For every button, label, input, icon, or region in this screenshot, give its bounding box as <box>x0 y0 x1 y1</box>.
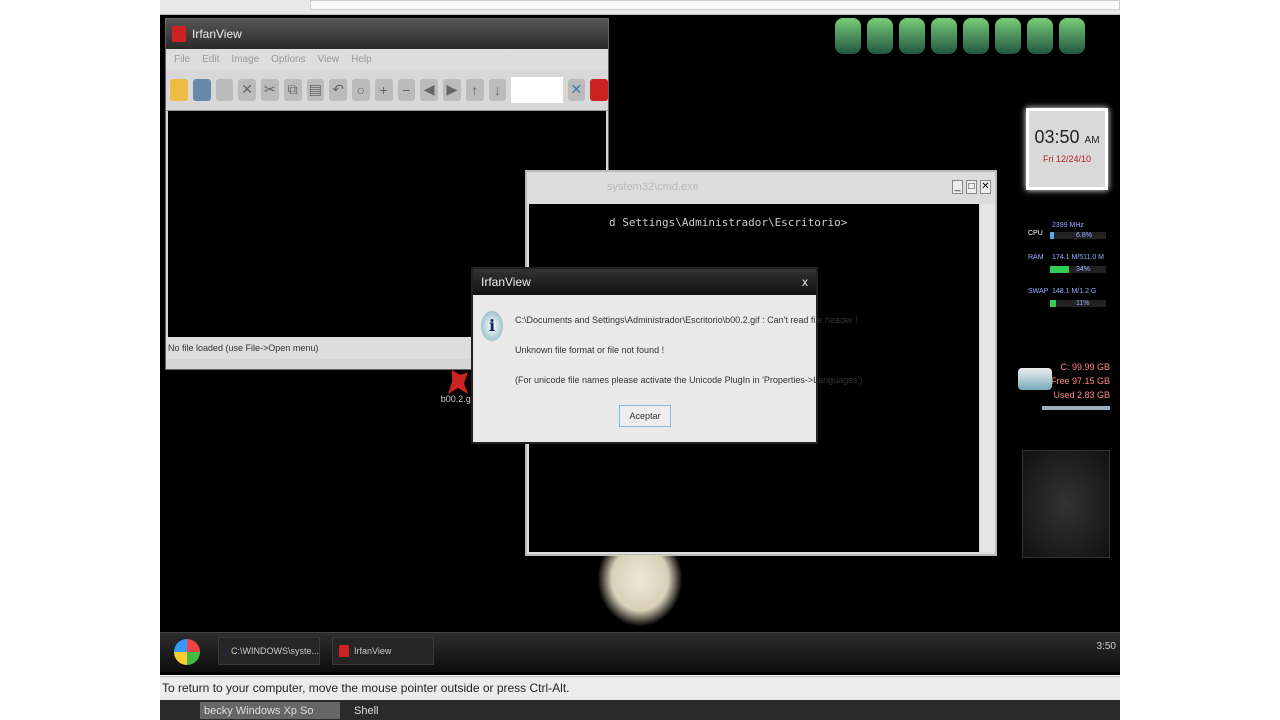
info-icon: i <box>481 311 503 341</box>
start-button[interactable] <box>174 639 200 665</box>
host-task-vm[interactable]: becky Windows Xp So <box>200 702 340 719</box>
copy-icon[interactable]: ⧉ <box>283 78 302 101</box>
title-bar[interactable]: system32\cmd.exe _ □ ✕ <box>527 172 995 202</box>
dialog-title: IrfanView <box>481 275 531 289</box>
maximize-button[interactable]: □ <box>966 180 977 194</box>
close-button[interactable]: x <box>802 275 808 289</box>
error-message: Unknown file format or file not found ! <box>515 345 665 355</box>
swap-usage: 148.1 M/1.2 G <box>1052 288 1097 295</box>
error-message: (For unicode file names please activate … <box>515 375 863 385</box>
dialog-title-bar[interactable]: IrfanView x <box>473 269 816 295</box>
dock-icon[interactable] <box>1059 18 1085 54</box>
irfanview-logo-icon <box>172 26 186 42</box>
title-bar[interactable]: IrfanView <box>166 19 608 49</box>
menu-bar: File Edit Image Options View Help <box>166 49 608 69</box>
vm-screen[interactable]: IrfanView File Edit Image Options View H… <box>160 15 1120 675</box>
disk-bar <box>1042 406 1110 410</box>
drive-icon <box>1018 368 1052 390</box>
host-task-shell[interactable]: Shell <box>350 702 378 719</box>
zoom-out-icon[interactable]: − <box>397 78 416 101</box>
task-label: becky Windows Xp So <box>204 704 314 717</box>
taskbar-label: IrfanView <box>354 646 392 656</box>
guest-taskbar: C:\WINDOWS\syste... IrfanView 3:50 <box>160 632 1120 672</box>
skeleton-wallpaper <box>590 555 690 635</box>
dock-icon[interactable] <box>899 18 925 54</box>
cut-icon[interactable]: ✂ <box>261 78 279 101</box>
tux-gadget <box>1022 450 1110 558</box>
undo-icon[interactable]: ↶ <box>329 78 347 101</box>
menu-image[interactable]: Image <box>231 54 259 65</box>
toolbar: ✕ ✂ ⧉ ▤ ↶ ○ + − ◀ ▶ ↑ ↓ ✕ <box>166 69 609 111</box>
disk-used: Used 2.83 GB <box>1053 390 1110 400</box>
minimize-button[interactable]: _ <box>952 180 963 194</box>
system-monitor-gadget: CPU 2399 MHz 6.8% RAM 174.1 M/511.0 M 34% SW… <box>1026 220 1110 325</box>
cpu-percent: 6.8% <box>1076 232 1092 239</box>
taskbar-item-irfanview[interactable]: IrfanView <box>332 637 434 665</box>
window-title: system32\cmd.exe <box>607 181 699 193</box>
tray-clock[interactable]: 3:50 <box>1097 641 1116 652</box>
dock-icon[interactable] <box>1027 18 1053 54</box>
page-up-icon[interactable]: ↑ <box>465 78 484 101</box>
menu-options[interactable]: Options <box>271 54 305 65</box>
zoom-in-icon[interactable]: + <box>374 78 393 101</box>
menu-file[interactable]: File <box>174 54 190 65</box>
menu-view[interactable]: View <box>318 54 340 65</box>
swap-label: SWAP <box>1028 288 1049 295</box>
address-field[interactable] <box>310 0 1120 10</box>
next-icon[interactable]: ▶ <box>443 78 461 101</box>
host-status-bar: To return to your computer, move the mou… <box>160 676 1120 700</box>
clock-date: Fri 12/24/10 <box>1042 154 1092 164</box>
console-line: d Settings\Administrador\Escritorio> <box>609 216 848 229</box>
page-down-icon[interactable]: ↓ <box>488 78 507 101</box>
open-icon[interactable] <box>170 78 188 101</box>
error-message: C:\Documents and Settings\Administrador\… <box>515 315 858 325</box>
browser-top-strip <box>160 0 1120 15</box>
close-button[interactable]: ✕ <box>980 180 991 194</box>
disk-gadget: C: 99.99 GB Free 97.15 GB Used 2.83 GB <box>1018 360 1110 426</box>
desktop-dock <box>835 18 1100 58</box>
save-icon[interactable] <box>215 78 234 101</box>
ok-button[interactable]: Aceptar <box>619 405 671 427</box>
taskbar-label: C:\WINDOWS\syste... <box>230 646 319 656</box>
irfanview-file-icon <box>448 370 468 394</box>
dock-icon[interactable] <box>931 18 957 54</box>
properties-icon[interactable]: ✕ <box>567 78 586 101</box>
page-input[interactable] <box>511 76 563 103</box>
menu-edit[interactable]: Edit <box>202 54 219 65</box>
ram-usage: 174.1 M/511.0 M <box>1052 254 1105 261</box>
delete-icon[interactable]: ✕ <box>238 78 256 101</box>
dock-icon[interactable] <box>963 18 989 54</box>
cmd-icon <box>225 646 226 656</box>
dock-icon[interactable] <box>995 18 1021 54</box>
clock-gadget: 03:50 AM Fri 12/24/10 <box>1026 108 1108 190</box>
host-taskbar: becky Windows Xp So Shell <box>160 700 1120 720</box>
error-dialog: IrfanView x i C:\Documents and Settings\A… <box>471 267 862 444</box>
previous-icon[interactable]: ◀ <box>420 78 438 101</box>
clock-ampm: AM <box>1084 135 1100 146</box>
scrollbar[interactable] <box>981 204 995 552</box>
dock-icon[interactable] <box>835 18 861 54</box>
thumbnails-icon[interactable] <box>192 78 211 101</box>
irfanview-icon <box>339 645 349 657</box>
clock-time: 03:50 <box>1034 127 1080 147</box>
info-icon[interactable]: ○ <box>352 78 370 101</box>
cpu-speed: 2399 MHz <box>1052 222 1084 229</box>
ram-label: RAM <box>1028 254 1044 261</box>
irfanview-logo-icon[interactable] <box>590 78 609 101</box>
menu-help[interactable]: Help <box>351 54 372 65</box>
swap-percent: 11% <box>1076 300 1090 307</box>
dock-icon[interactable] <box>867 18 893 54</box>
task-label: Shell <box>354 704 379 717</box>
ram-percent: 34% <box>1076 266 1091 273</box>
window-title: IrfanView <box>192 27 242 41</box>
paste-icon[interactable]: ▤ <box>306 78 325 101</box>
cpu-label: CPU <box>1028 230 1043 237</box>
taskbar-item-cmd[interactable]: C:\WINDOWS\syste... <box>218 637 320 665</box>
